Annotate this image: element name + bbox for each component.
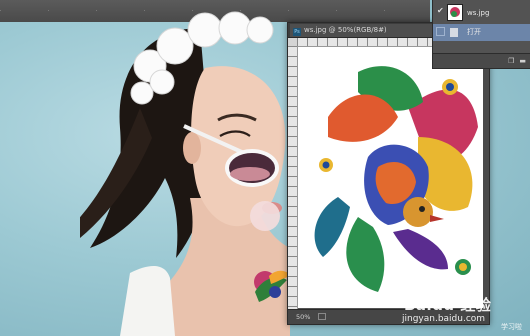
- vertical-ruler[interactable]: [288, 46, 298, 309]
- watermark-brand: Baidu 经验: [404, 296, 492, 314]
- layers-panel: ✔ ws.jpg 打开 ❐ ▬: [432, 0, 530, 69]
- layers-panel-footer: ❐ ▬: [433, 53, 530, 68]
- ruler-origin[interactable]: [288, 38, 297, 46]
- new-layer-icon[interactable]: ❐: [508, 57, 514, 65]
- watermark-side: 学习啦: [501, 323, 522, 331]
- checkbox[interactable]: [436, 27, 445, 36]
- baidu-watermark: Baidu 经验 jingyan.baidu.com 学习啦: [392, 292, 522, 332]
- photoshop-file-icon: Ps: [293, 28, 301, 36]
- layer-name: 打开: [467, 28, 481, 36]
- document-tab[interactable]: Ps ws.jpg @ 50%(RGB/8#): [290, 24, 440, 37]
- watermark-url: jingyan.baidu.com: [402, 314, 486, 324]
- layer-thumbnail: [447, 4, 463, 21]
- eye-icon[interactable]: ✔: [437, 7, 445, 15]
- layer-row[interactable]: ✔ ws.jpg: [433, 2, 530, 24]
- status-menu-icon[interactable]: [318, 313, 326, 320]
- layer-row-selected[interactable]: 打开: [433, 24, 530, 41]
- vertical-scrollbar[interactable]: [483, 46, 489, 309]
- document-icon: [450, 28, 458, 37]
- trash-icon[interactable]: ▬: [519, 57, 526, 65]
- zoom-level[interactable]: 50%: [296, 310, 310, 324]
- canvas-artwork[interactable]: [298, 47, 488, 308]
- layer-name: ws.jpg: [467, 9, 490, 17]
- document-tab-title: ws.jpg @ 50%(RGB/8#): [304, 26, 387, 34]
- phoenix-artwork: [314, 66, 478, 292]
